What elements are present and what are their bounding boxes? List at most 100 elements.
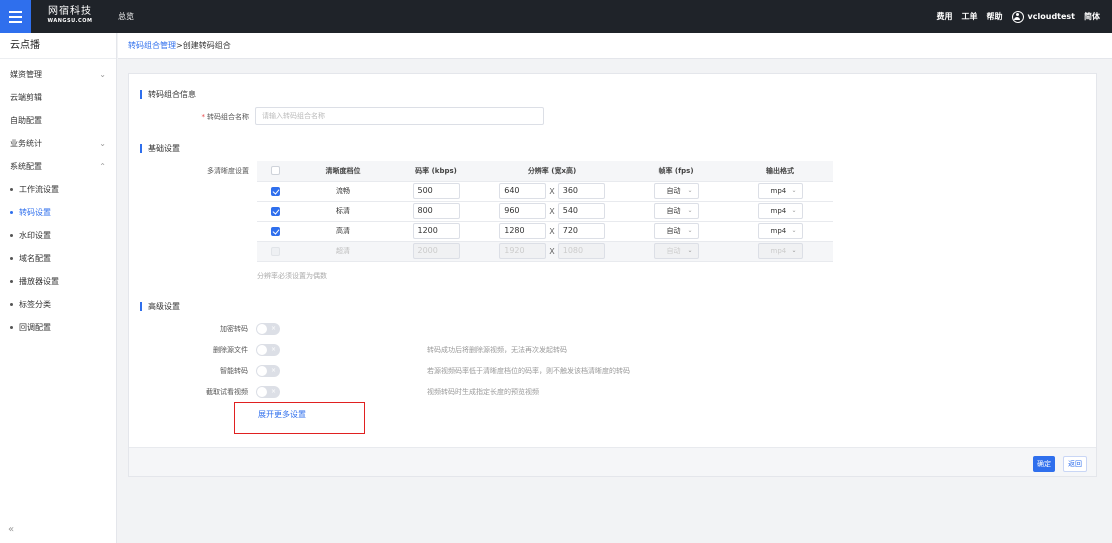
height-input[interactable]: 360 (557, 183, 605, 199)
name-label-text: 转码组合名称 (207, 113, 249, 121)
format-value: mp4 (770, 227, 787, 235)
confirm-button[interactable]: 确定 (1033, 456, 1055, 472)
resolution-cell: 640 X 360 (479, 181, 625, 202)
format-cell: mp4 ⌄ (727, 221, 833, 242)
section-title-advanced: 高级设置 (140, 302, 180, 311)
width-input[interactable]: 1280 (499, 223, 547, 239)
sidebar-sub-player[interactable]: 播放器设置 (0, 272, 116, 292)
chevron-down-icon: ⌄ (791, 247, 797, 254)
nav-overview[interactable]: 总览 (118, 11, 134, 22)
bitrate-input[interactable]: 1200 (412, 223, 460, 239)
sidebar-item-self-config[interactable]: 自助配置 (0, 111, 116, 131)
sidebar-sub-label: 回调配置 (19, 323, 51, 332)
back-button[interactable]: 返回 (1063, 456, 1087, 472)
row-checkbox[interactable] (270, 226, 280, 236)
table-row: 流畅 500 640 X 360 自动 ⌄ mp4 ⌄ (257, 181, 833, 202)
menu-icon[interactable] (0, 0, 31, 33)
header-select-all[interactable] (257, 161, 293, 182)
header-fps: 帧率 (fps) (625, 161, 727, 182)
breadcrumb-separator: > (176, 41, 183, 50)
sidebar-sub-domain[interactable]: 域名配置 (0, 249, 116, 269)
format-cell: mp4 ⌄ (727, 201, 833, 222)
combo-name-input[interactable]: 请输入转码组合名称 (255, 107, 544, 125)
preview-clip-toggle[interactable]: × (256, 386, 280, 398)
times-icon: X (549, 186, 555, 196)
format-select: mp4 ⌄ (757, 243, 803, 259)
format-select[interactable]: mp4 ⌄ (757, 183, 803, 199)
toggle-description: 转码成功后将删除源视频，无法再次发起转码 (427, 346, 567, 354)
sidebar-item-system-config[interactable]: 系统配置 ⌃ (0, 157, 116, 177)
bullet-icon (10, 188, 13, 191)
height-input[interactable]: 540 (557, 203, 605, 219)
fps-value: 自动 (666, 187, 681, 195)
chevron-down-icon: ⌄ (687, 227, 693, 234)
sidebar-sub-transcode[interactable]: 转码设置 (0, 203, 116, 223)
sidebar-item-cloud-edit[interactable]: 云端剪辑 (0, 88, 116, 108)
sidebar-sub-callback[interactable]: 回调配置 (0, 318, 116, 338)
encrypt-toggle[interactable]: × (256, 323, 280, 335)
nav-help[interactable]: 帮助 (987, 11, 1003, 22)
width-input[interactable]: 640 (499, 183, 547, 199)
bitrate-input[interactable]: 800 (412, 203, 460, 219)
height-input[interactable]: 720 (557, 223, 605, 239)
nav-billing[interactable]: 费用 (937, 11, 953, 22)
sidebar-sub-label: 转码设置 (19, 208, 51, 217)
collapse-sidebar-icon[interactable]: « (8, 524, 14, 535)
format-value: mp4 (770, 247, 787, 255)
expand-more-settings-link[interactable]: 展开更多设置 (258, 409, 306, 420)
top-right-nav: 费用 工单 帮助 vcloudtest 简体 (937, 0, 1100, 33)
height-input: 1080 (557, 243, 605, 259)
form-panel: 转码组合信息 * 转码组合名称 请输入转码组合名称 基础设置 多清晰度设置 清晰度… (128, 73, 1097, 477)
fps-select[interactable]: 自动 ⌄ (653, 203, 699, 219)
nav-tickets[interactable]: 工单 (962, 11, 978, 22)
toggle-row-preview: 截取试看视频 × 视频转码时生成指定长度的预览视频 (129, 385, 689, 399)
sidebar-item-statistics[interactable]: 业务统计 ⌄ (0, 134, 116, 154)
table-row: 高清 1200 1280 X 720 自动 ⌄ mp4 ⌄ (257, 221, 833, 242)
toggle-off-icon: × (270, 388, 276, 395)
chevron-down-icon: ⌄ (791, 207, 797, 214)
resolution-hint: 分辨率必须设置为偶数 (257, 272, 327, 280)
delete-source-toggle[interactable]: × (256, 344, 280, 356)
format-cell: mp4 ⌄ (727, 181, 833, 202)
logo[interactable]: 网宿科技 WANGSU.COM (42, 7, 98, 24)
section-title-info: 转码组合信息 (140, 90, 196, 99)
language-switch[interactable]: 简体 (1084, 11, 1100, 22)
sidebar-sub-watermark[interactable]: 水印设置 (0, 226, 116, 246)
format-value: mp4 (770, 187, 787, 195)
toggle-off-icon: × (270, 346, 276, 353)
fps-value: 自动 (666, 247, 681, 255)
width-input[interactable]: 960 (499, 203, 547, 219)
header-format: 输出格式 (727, 161, 833, 182)
format-select[interactable]: mp4 ⌄ (757, 203, 803, 219)
sidebar-item-media[interactable]: 媒资管理 ⌄ (0, 65, 116, 85)
row-checkbox[interactable] (270, 206, 280, 216)
highlight-box: 展开更多设置 (234, 402, 365, 434)
select-all-checkbox[interactable] (270, 166, 280, 176)
toggle-off-icon: × (270, 325, 276, 332)
chevron-down-icon: ⌄ (791, 187, 797, 194)
row-checkbox-cell (257, 181, 293, 202)
definition-name: 超清 (293, 241, 393, 262)
sidebar-sub-tags[interactable]: 标签分类 (0, 295, 116, 315)
user-menu[interactable]: vcloudtest (1011, 10, 1075, 23)
sidebar-sub-workflow[interactable]: 工作流设置 (0, 180, 116, 200)
toggle-description: 若源视频码率低于清晰度档位的码率，则不触发该档清晰度的转码 (427, 367, 630, 375)
toggle-off-icon: × (270, 367, 276, 374)
breadcrumb-current: 创建转码组合 (182, 41, 231, 50)
fps-select[interactable]: 自动 ⌄ (653, 223, 699, 239)
definition-name: 流畅 (293, 181, 393, 202)
smart-transcode-toggle[interactable]: × (256, 365, 280, 377)
breadcrumb-parent-link[interactable]: 转码组合管理 (128, 41, 176, 50)
chevron-down-icon: ⌄ (687, 187, 693, 194)
row-checkbox[interactable] (270, 246, 280, 256)
bitrate-input[interactable]: 500 (412, 183, 460, 199)
fps-select[interactable]: 自动 ⌄ (653, 183, 699, 199)
row-checkbox[interactable] (270, 186, 280, 196)
toggle-description: 视频转码时生成指定长度的预览视频 (427, 388, 539, 396)
required-mark: * (201, 113, 206, 121)
sidebar-title: 云点播 (0, 33, 116, 59)
resolution-inputs: 640 X 360 (499, 183, 605, 199)
row-checkbox-cell (257, 221, 293, 242)
format-select[interactable]: mp4 ⌄ (757, 223, 803, 239)
bullet-icon (10, 326, 13, 329)
